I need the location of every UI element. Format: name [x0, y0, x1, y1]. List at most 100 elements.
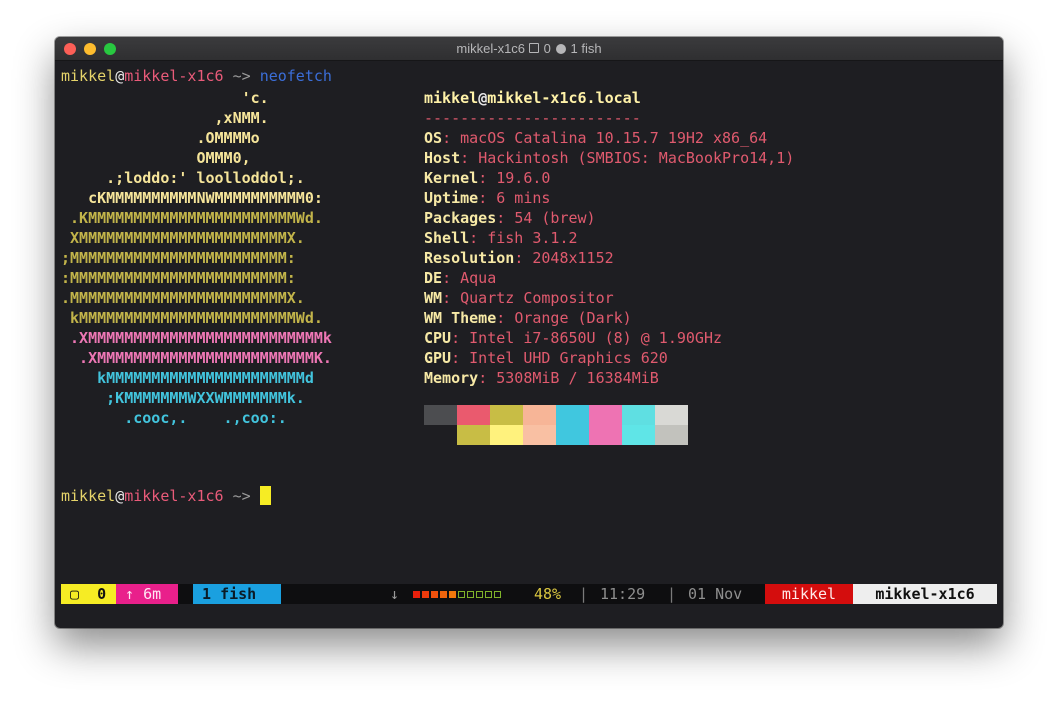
info-colon: :: [442, 129, 461, 147]
ascii-art-line: XMMMMMMMMMMMMMMMMMMMMMMMX.: [61, 229, 305, 247]
info-value: Quartz Compositor: [460, 289, 614, 307]
tmux-status-bar: ▢ 0 ↑ 6m 1 fish ↓ 48% | 11:29 | 01 Nov m…: [61, 584, 997, 604]
ascii-art-line: 'c.: [61, 89, 269, 107]
uptime-arrow-icon: ↑: [125, 585, 135, 603]
status-user: mikkel: [765, 584, 853, 604]
window-tab-label: 1 fish: [202, 585, 257, 603]
prompt2-host: mikkel-x1c6: [124, 487, 224, 505]
ascii-art-line: .MMMMMMMMMMMMMMMMMMMMMMMMX.: [61, 289, 305, 307]
info-key: Uptime: [424, 189, 479, 207]
status-host: mikkel-x1c6: [853, 584, 997, 604]
info-value: 19.6.0: [496, 169, 551, 187]
window-title: mikkel-x1c6 0 1 fish: [55, 41, 1003, 56]
info-colon: :: [478, 169, 497, 187]
text-cursor: [259, 486, 271, 505]
info-row: WM Theme: Orange (Dark): [424, 308, 632, 328]
info-key: GPU: [424, 349, 452, 367]
color-swatch: [622, 405, 655, 425]
info-colon: :: [514, 249, 533, 267]
status-session[interactable]: ▢ 0: [61, 584, 116, 604]
ascii-art-line: .OMMMMo: [61, 129, 260, 147]
info-value: macOS Catalina 10.15.7 19H2 x86_64: [460, 129, 768, 147]
info-row: Memory: 5308MiB / 16384MiB: [424, 368, 659, 388]
info-title-at: @: [478, 89, 488, 107]
info-row: OS: macOS Catalina 10.15.7 19H2 x86_64: [424, 128, 767, 148]
prompt-line: mikkel@mikkel-x1c6 ~> neofetch: [61, 66, 332, 86]
color-swatch: [424, 405, 457, 425]
info-colon: :: [478, 369, 497, 387]
info-row: Shell: fish 3.1.2: [424, 228, 578, 248]
info-colon: :: [496, 309, 515, 327]
info-row: Uptime: 6 mins: [424, 188, 550, 208]
prompt-line-2: mikkel@mikkel-x1c6 ~>: [61, 486, 271, 506]
terminal-window: mikkel-x1c6 0 1 fish mikkel@mikkel-x1c6 …: [55, 37, 1003, 628]
battery-cell: [413, 591, 420, 598]
session-icon: ▢: [70, 585, 80, 603]
info-title-user: mikkel: [424, 89, 479, 107]
info-value: fish 3.1.2: [487, 229, 578, 247]
status-window-tab[interactable]: 1 fish: [193, 584, 281, 604]
info-key: Memory: [424, 369, 479, 387]
color-swatch: [589, 425, 622, 445]
info-colon: :: [460, 149, 479, 167]
color-swatch: [589, 405, 622, 425]
info-key: CPU: [424, 329, 452, 347]
ascii-art-line: cKMMMMMMMMMMNWMMMMMMMMMM0:: [61, 189, 323, 207]
info-colon: :: [451, 349, 470, 367]
battery-cell: [422, 591, 429, 598]
terminal-content[interactable]: mikkel@mikkel-x1c6 ~> neofetch 'c. ,xNMM…: [55, 60, 1003, 628]
info-row: WM: Quartz Compositor: [424, 288, 614, 308]
info-key: Shell: [424, 229, 470, 247]
prompt-arrow: ~>: [223, 67, 260, 85]
ascii-art-line: kMMMMMMMMMMMMMMMMMMMMMMd: [61, 369, 314, 387]
color-swatch: [655, 425, 688, 445]
status-time: 11:29: [600, 585, 646, 603]
info-colon: :: [442, 269, 461, 287]
title-bar: mikkel-x1c6 0 1 fish: [55, 37, 1003, 61]
info-key: WM Theme: [424, 309, 497, 327]
info-row: DE: Aqua: [424, 268, 496, 288]
prompt-user: mikkel: [61, 67, 116, 85]
info-row: Packages: 54 (brew): [424, 208, 596, 228]
ascii-art-line: .XMMMMMMMMMMMMMMMMMMMMMMMMMMk: [61, 329, 332, 347]
info-colon: :: [496, 209, 515, 227]
battery-cell: [467, 591, 474, 598]
ascii-art-line: .cooc,. .,coo:.: [61, 409, 287, 427]
info-key: Packages: [424, 209, 497, 227]
battery-cell: [449, 591, 456, 598]
info-value: 54 (brew): [514, 209, 596, 227]
pane-icon: [529, 43, 540, 53]
status-divider-2: |: [667, 585, 677, 603]
battery-cell: [458, 591, 465, 598]
ascii-art-line: .XMMMMMMMMMMMMMMMMMMMMMMMMK.: [61, 349, 332, 367]
status-uptime: ↑ 6m: [116, 584, 178, 604]
info-value: 5308MiB / 16384MiB: [496, 369, 659, 387]
prompt-at: @: [115, 67, 125, 85]
color-swatch: [457, 425, 490, 445]
color-swatch: [457, 405, 490, 425]
info-value: Intel i7-8650U (8) @ 1.90GHz: [469, 329, 723, 347]
battery-cell: [494, 591, 501, 598]
color-swatch: [655, 405, 688, 425]
info-value: Orange (Dark): [514, 309, 632, 327]
info-key: Resolution: [424, 249, 515, 267]
info-key: Kernel: [424, 169, 479, 187]
battery-bar: [413, 584, 503, 604]
info-colon: :: [478, 189, 497, 207]
info-key: WM: [424, 289, 443, 307]
ascii-art-line: kMMMMMMMMMMMMMMMMMMMMMMMMWd.: [61, 309, 323, 327]
info-value: Intel UHD Graphics 620: [469, 349, 668, 367]
info-colon: :: [469, 229, 488, 247]
info-key: OS: [424, 129, 443, 147]
prompt2-at: @: [115, 487, 125, 505]
color-swatch: [424, 425, 457, 445]
info-title: mikkel@mikkel-x1c6.local: [424, 88, 641, 108]
info-key: Host: [424, 149, 461, 167]
info-row: GPU: Intel UHD Graphics 620: [424, 348, 668, 368]
info-row: Host: Hackintosh (SMBIOS: MacBookPro14,1…: [424, 148, 794, 168]
ascii-art-line: OMMM0,: [61, 149, 251, 167]
color-swatch: [556, 425, 589, 445]
battery-cell: [431, 591, 438, 598]
info-value: Hackintosh (SMBIOS: MacBookPro14,1): [478, 149, 795, 167]
battery-percent: 48%: [534, 585, 562, 603]
